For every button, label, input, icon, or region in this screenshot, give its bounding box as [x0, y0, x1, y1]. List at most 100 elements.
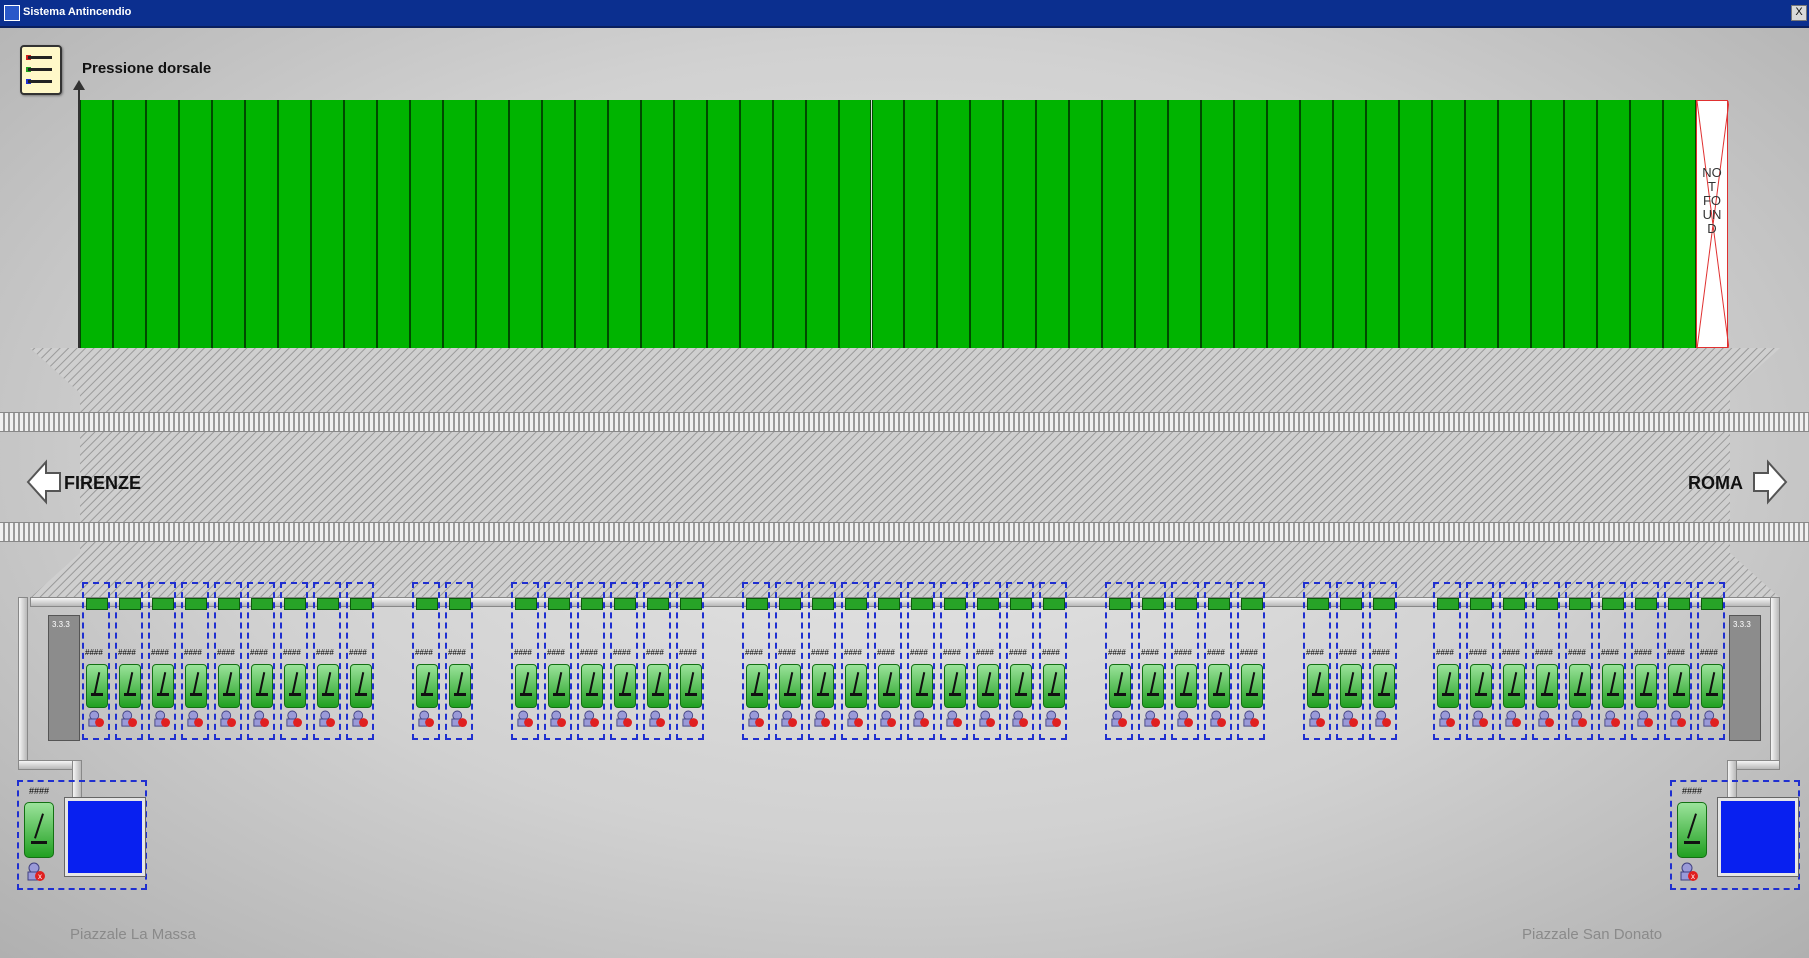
hydrant-station[interactable]: ####: [1303, 582, 1331, 740]
hydrant-station[interactable]: ####: [1237, 582, 1265, 740]
pressure-bar[interactable]: [1366, 100, 1400, 348]
tank-unit-right[interactable]: #### x: [1670, 780, 1800, 890]
hydrant-station[interactable]: ####: [1171, 582, 1199, 740]
pressure-bar[interactable]: [475, 100, 509, 348]
pressure-bar[interactable]: [706, 100, 740, 348]
hydrant-station[interactable]: ####: [1466, 582, 1494, 740]
hydrant-station[interactable]: ####: [1565, 582, 1593, 740]
hydrant-station[interactable]: ####: [1532, 582, 1560, 740]
pressure-bar[interactable]: [871, 100, 905, 348]
hydrant-station[interactable]: ####: [676, 582, 704, 740]
pressure-bar[interactable]: [211, 100, 245, 348]
hydrant-station[interactable]: ####: [775, 582, 803, 740]
pressure-bar[interactable]: [145, 100, 179, 348]
pressure-bar[interactable]: [739, 100, 773, 348]
hydrant-station[interactable]: ####: [577, 582, 605, 740]
arrow-right-icon[interactable]: [1752, 459, 1788, 505]
pressure-bar[interactable]: [1432, 100, 1466, 348]
pressure-bar[interactable]: [442, 100, 476, 348]
pressure-bar[interactable]: [838, 100, 872, 348]
pressure-bar[interactable]: [1267, 100, 1301, 348]
hydrant-station[interactable]: ####: [214, 582, 242, 740]
hydrant-station[interactable]: ####: [1499, 582, 1527, 740]
hydrant-station[interactable]: ####: [445, 582, 473, 740]
hydrant-station[interactable]: ####: [1664, 582, 1692, 740]
hydrant-station[interactable]: ####: [742, 582, 770, 740]
hydrant-station[interactable]: ####: [874, 582, 902, 740]
pressure-bar[interactable]: [1135, 100, 1169, 348]
pressure-bar[interactable]: [1300, 100, 1334, 348]
pressure-bar[interactable]: [1597, 100, 1631, 348]
pressure-bar[interactable]: [574, 100, 608, 348]
pressure-bar[interactable]: [1663, 100, 1696, 348]
hydrant-station[interactable]: ####: [346, 582, 374, 740]
pressure-bar[interactable]: [178, 100, 212, 348]
hydrant-station[interactable]: ####: [1336, 582, 1364, 740]
pressure-bar[interactable]: [1201, 100, 1235, 348]
hydrant-station[interactable]: ####: [247, 582, 275, 740]
hydrant-station[interactable]: ####: [412, 582, 440, 740]
pressure-bar[interactable]: [1168, 100, 1202, 348]
pressure-bar[interactable]: [409, 100, 443, 348]
hydrant-station[interactable]: ####: [280, 582, 308, 740]
hydrant-station[interactable]: ####: [1204, 582, 1232, 740]
pressure-bar[interactable]: [541, 100, 575, 348]
hydrant-station[interactable]: ####: [544, 582, 572, 740]
arrow-left-icon[interactable]: [26, 459, 62, 505]
pressure-bar[interactable]: [310, 100, 344, 348]
pressure-bar[interactable]: [1498, 100, 1532, 348]
pressure-bar[interactable]: [1102, 100, 1136, 348]
close-button[interactable]: X: [1791, 5, 1807, 21]
tank-unit-left[interactable]: #### x: [17, 780, 147, 890]
pressure-bar-not-found[interactable]: NO T FO UN D: [1696, 100, 1729, 349]
hydrant-station[interactable]: ####: [1369, 582, 1397, 740]
hydrant-station[interactable]: ####: [313, 582, 341, 740]
hydrant-station[interactable]: ####: [1138, 582, 1166, 740]
hydrant-station[interactable]: ####: [808, 582, 836, 740]
hydrant-station[interactable]: ####: [1598, 582, 1626, 740]
pressure-bar[interactable]: [1399, 100, 1433, 348]
hydrant-station[interactable]: ####: [511, 582, 539, 740]
pressure-bar[interactable]: [1465, 100, 1499, 348]
pressure-bar[interactable]: [937, 100, 971, 348]
pressure-bar[interactable]: [112, 100, 146, 348]
hydrant-station[interactable]: ####: [1039, 582, 1067, 740]
pressure-bar[interactable]: [772, 100, 806, 348]
pressure-bar[interactable]: [904, 100, 938, 348]
hydrant-station[interactable]: ####: [841, 582, 869, 740]
hydrant-station[interactable]: ####: [1631, 582, 1659, 740]
pressure-bar[interactable]: [1630, 100, 1663, 348]
hydrant-station[interactable]: ####: [610, 582, 638, 740]
pressure-bar[interactable]: [80, 100, 113, 348]
pressure-bar[interactable]: [1003, 100, 1037, 348]
pressure-bar[interactable]: [343, 100, 377, 348]
pressure-bar[interactable]: [805, 100, 839, 348]
pressure-bar[interactable]: [1564, 100, 1598, 348]
pressure-bar[interactable]: [970, 100, 1004, 348]
pressure-bar[interactable]: [508, 100, 542, 348]
pressure-bar[interactable]: [244, 100, 278, 348]
hydrant-station[interactable]: ####: [940, 582, 968, 740]
pressure-bar[interactable]: [1333, 100, 1367, 348]
pressure-bar[interactable]: [640, 100, 674, 348]
pressure-bar[interactable]: [1234, 100, 1268, 348]
hydrant-station[interactable]: ####: [907, 582, 935, 740]
hydrant-station[interactable]: ####: [181, 582, 209, 740]
pressure-bar[interactable]: [1036, 100, 1070, 348]
hydrant-station[interactable]: ####: [148, 582, 176, 740]
hydrant-station[interactable]: ####: [1006, 582, 1034, 740]
pressure-bar[interactable]: [607, 100, 641, 348]
pressure-bar[interactable]: [277, 100, 311, 348]
pressure-bar[interactable]: [1069, 100, 1103, 348]
hydrant-station[interactable]: ####: [1697, 582, 1725, 740]
pressure-bar[interactable]: [673, 100, 707, 348]
hydrant-station[interactable]: ####: [973, 582, 1001, 740]
hydrant-station[interactable]: ####: [643, 582, 671, 740]
hydrant-station[interactable]: ####: [1105, 582, 1133, 740]
hydrant-station[interactable]: ####: [115, 582, 143, 740]
pressure-bar[interactable]: [376, 100, 410, 348]
legend-button[interactable]: [20, 45, 62, 95]
hydrant-station[interactable]: ####: [1433, 582, 1461, 740]
pressure-bar[interactable]: [1531, 100, 1565, 348]
hydrant-station[interactable]: ####: [82, 582, 110, 740]
